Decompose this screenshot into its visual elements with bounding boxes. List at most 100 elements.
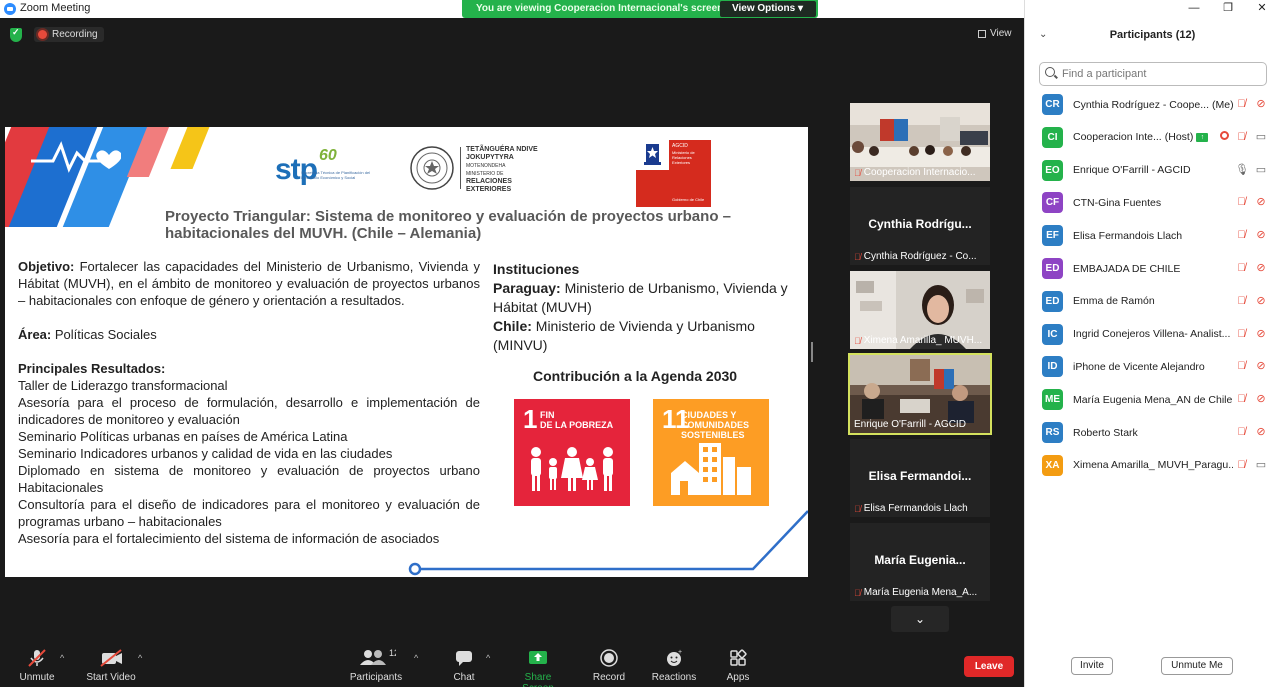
- tile-name: 🎙̸ Cynthia Rodríguez - Co...: [854, 251, 988, 262]
- stp-logo-sixty: 60: [319, 147, 337, 164]
- unmute-label: Unmute: [19, 672, 55, 683]
- mre-line5: RELACIONES: [466, 178, 512, 185]
- tile-big-name: Cynthia Rodrígu...: [868, 217, 972, 231]
- video-tile[interactable]: 🎙̸ Cooperacion Internacio...: [850, 103, 990, 181]
- minimize-icon[interactable]: —: [1177, 0, 1211, 18]
- participant-row[interactable]: EO Enrique O'Farrill - AGCID 🎙 ▭: [1025, 154, 1279, 187]
- leave-button[interactable]: Leave: [964, 656, 1014, 677]
- participant-role: (Me): [1212, 98, 1233, 111]
- results-label: Principales Resultados:: [18, 361, 166, 376]
- participant-row[interactable]: IC Ingrid Conejeros Villena- Analist... 🎙̸…: [1025, 318, 1279, 351]
- tile-name: 🎙̸ Cooperacion Internacio...: [854, 167, 988, 178]
- video-tile[interactable]: María Eugenia... 🎙̸ María Eugenia Mena_A…: [850, 523, 990, 601]
- svg-text:+: +: [678, 649, 682, 656]
- tile-name: Enrique O'Farrill - AGCID: [854, 419, 988, 430]
- close-icon[interactable]: ✕: [1245, 0, 1279, 18]
- camera-off-icon: ⊘: [1256, 229, 1266, 242]
- participants-button[interactable]: 12 Participants: [346, 648, 406, 683]
- slide-stripe-yellow: [170, 127, 218, 169]
- participant-name: CTN-Gina Fuentes: [1073, 197, 1233, 209]
- agcid-logo-gov: Gobierno de Chile: [672, 197, 705, 202]
- tile-name-text: Elisa Fermandois Llach: [863, 503, 968, 514]
- participant-name: María Eugenia Mena_AN de Chile: [1073, 394, 1233, 406]
- participant-row[interactable]: ID iPhone de Vicente Alejandro 🎙̸ ⊘: [1025, 350, 1279, 383]
- camera-off-icon: ⊘: [1256, 196, 1266, 209]
- unmute-button[interactable]: Unmute: [12, 648, 62, 683]
- chile-institution: Chile: Ministerio de Vivienda y Urbanism…: [493, 317, 798, 355]
- camera-off-icon: ⊘: [1256, 426, 1266, 438]
- participant-row[interactable]: XA Ximena Amarilla_ MUVH_Paragu... 🎙̸ ▭: [1025, 449, 1279, 482]
- recording-label: Recording: [52, 29, 98, 40]
- mic-off-icon: 🎙̸: [854, 587, 861, 598]
- audio-options-caret[interactable]: ^: [60, 653, 64, 663]
- share-screen-button[interactable]: Share Screen: [508, 648, 568, 687]
- mic-off-icon: 🎙̸: [854, 503, 861, 514]
- sdg11-label: CIUDADES Y COMUNIDADES SOSTENIBLES: [681, 410, 749, 440]
- camera-off-icon: ⊘: [1256, 360, 1266, 373]
- chat-options-caret[interactable]: ^: [486, 653, 490, 663]
- participant-row[interactable]: ED Emma de Ramón 🎙̸ ⊘: [1025, 285, 1279, 318]
- maximize-icon[interactable]: ❐: [1211, 0, 1245, 18]
- paraguay-institution: Paraguay: Ministerio de Urbanismo, Vivie…: [493, 279, 798, 317]
- video-options-caret[interactable]: ^: [138, 653, 142, 663]
- apps-button[interactable]: Apps: [718, 648, 758, 683]
- record-button[interactable]: Record: [588, 648, 630, 683]
- sdg11-line1: CIUDADES Y: [681, 410, 737, 420]
- video-tile[interactable]: 🎙̸ Ximena Amarilla_ MUVH...: [850, 271, 990, 349]
- participant-row[interactable]: CF CTN-Gina Fuentes 🎙̸ ⊘: [1025, 186, 1279, 219]
- start-video-button[interactable]: Start Video: [82, 648, 140, 683]
- family-icon: [531, 447, 613, 491]
- recording-indicator[interactable]: Recording: [34, 27, 104, 42]
- participant-row[interactable]: EF Elisa Fermandois Llach 🎙̸ ⊘: [1025, 219, 1279, 252]
- participant-name-text: Emma de Ramón: [1073, 295, 1155, 308]
- record-label: Record: [592, 672, 626, 683]
- agcid-logo: AGCID Ministerio de Relaciones Exteriore…: [636, 140, 711, 207]
- splitter-handle[interactable]: [811, 342, 813, 362]
- video-tile-active-speaker[interactable]: Enrique O'Farrill - AGCID: [848, 353, 992, 435]
- slide-left-column: Objetivo: Fortalecer las capacidades del…: [18, 258, 480, 547]
- result-item: Seminario Políticas urbanas en países de…: [18, 429, 348, 444]
- mic-off-icon: 🎙̸: [1237, 294, 1246, 307]
- mic-off-icon: 🎙̸: [1237, 360, 1246, 373]
- record-dot-icon: [38, 30, 47, 39]
- participant-row[interactable]: CR Cynthia Rodríguez - Coope... (Me) 🎙̸ ⊘: [1025, 88, 1279, 121]
- apps-icon: [718, 648, 758, 668]
- participant-row[interactable]: ED EMBAJADA DE CHILE 🎙̸ ⊘: [1025, 252, 1279, 285]
- participant-name: Cynthia Rodríguez - Coope... (Me): [1073, 99, 1233, 111]
- objective-paragraph: Objetivo: Fortalecer las capacidades del…: [18, 258, 480, 309]
- grid-icon: [978, 29, 986, 38]
- participants-panel: — ❐ ✕ ⌄ Participants (12) CRCynthia Rodr…: [1024, 0, 1279, 687]
- participant-row[interactable]: RS Roberto Stark 🎙̸ ⊘: [1025, 416, 1279, 449]
- window-controls: — ❐ ✕: [1177, 0, 1279, 18]
- recording-status-icon: [1220, 130, 1229, 140]
- participant-status-icons: 🎙̸ ⊘: [1235, 262, 1268, 275]
- video-tile[interactable]: Elisa Fermandoi... 🎙̸ Elisa Fermandois L…: [850, 439, 990, 517]
- tile-name: 🎙̸ Ximena Amarilla_ MUVH...: [854, 335, 988, 346]
- mic-off-icon: 🎙̸: [1237, 98, 1246, 110]
- find-participant-input[interactable]: [1039, 62, 1267, 86]
- chat-button[interactable]: Chat: [444, 648, 484, 683]
- avatar: XA: [1042, 454, 1063, 476]
- scroll-tiles-down-button[interactable]: ⌄: [891, 606, 949, 632]
- invite-button[interactable]: Invite: [1071, 657, 1113, 675]
- participants-options-caret[interactable]: ^: [414, 653, 418, 663]
- reactions-button[interactable]: + Reactions: [648, 648, 700, 683]
- security-shield-icon[interactable]: [10, 27, 22, 42]
- avatar: ME: [1042, 389, 1063, 411]
- participant-row[interactable]: CI Cooperacion Inte... (Host) ↑ 🎙̸ ▭: [1025, 121, 1279, 154]
- mic-off-icon: 🎙̸: [854, 251, 861, 262]
- participant-row[interactable]: ME María Eugenia Mena_AN de Chile 🎙̸ ⊘: [1025, 383, 1279, 416]
- participant-name: Emma de Ramón: [1073, 295, 1233, 307]
- camera-off-icon: ⊘: [1256, 98, 1266, 110]
- unmute-me-button[interactable]: Unmute Me: [1161, 657, 1233, 675]
- participant-name: Cooperacion Inte... (Host) ↑: [1073, 131, 1233, 143]
- participant-name-text: CTN-Gina Fuentes: [1073, 196, 1162, 209]
- mic-off-icon: 🎙̸: [1237, 393, 1246, 406]
- share-banner-message: You are viewing Cooperacion Internaciona…: [476, 3, 724, 14]
- view-button[interactable]: View: [978, 28, 1012, 39]
- share-screen-icon: [508, 648, 568, 668]
- view-options-button[interactable]: View Options ▾: [720, 1, 816, 17]
- sdg11-line2: COMUNIDADES: [681, 420, 750, 430]
- video-tile[interactable]: Cynthia Rodrígu... 🎙̸ Cynthia Rodríguez …: [850, 187, 990, 265]
- participant-name-text: Roberto Stark: [1073, 426, 1138, 439]
